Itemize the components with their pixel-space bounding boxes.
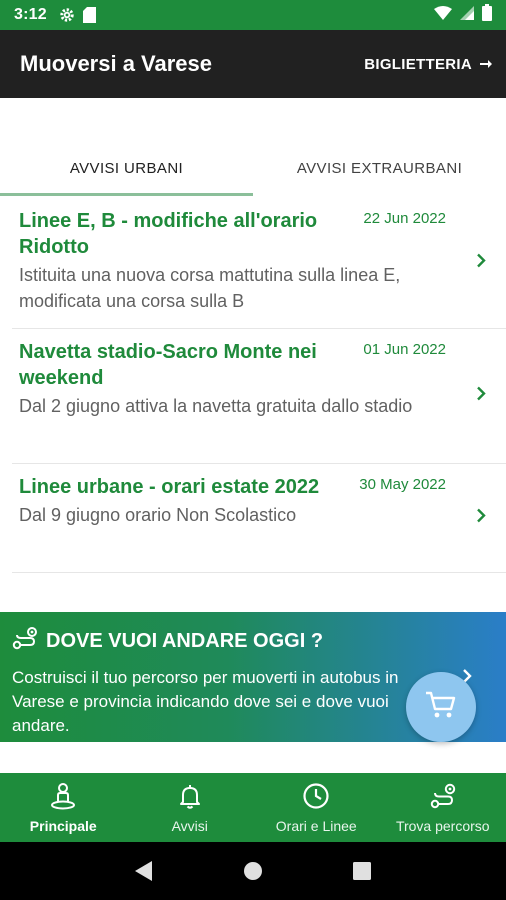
chevron-right-icon (476, 508, 486, 529)
nav-label: Principale (29, 818, 97, 834)
cart-fab-button[interactable] (406, 672, 476, 742)
nav-item-orari-e-linee[interactable]: Orari e Linee (253, 773, 380, 842)
banner-title: DOVE VUOI ANDARE OGGI ? (46, 629, 324, 652)
clock-icon (301, 781, 331, 818)
tab-label: AVVISI EXTRAURBANI (296, 159, 463, 177)
nav-item-trova-percorso[interactable]: Trova percorso (380, 773, 506, 842)
recents-icon[interactable] (342, 851, 382, 891)
nav-label: Trova percorso (395, 818, 490, 834)
app-bar: Muoversi a Varese BIGLIETTERIA (0, 30, 506, 98)
route-icon (12, 626, 38, 656)
arrow-right-icon (480, 56, 492, 73)
news-date: 30 May 2022 (359, 476, 446, 493)
tabs: AVVISI URBANI AVVISI EXTRAURBANI (0, 140, 506, 196)
chevron-right-icon (476, 253, 486, 274)
status-bar: 3:12 (0, 0, 506, 30)
battery-icon (482, 4, 492, 26)
news-item[interactable]: Navetta stadio-Sacro Monte nei weekend 0… (12, 329, 506, 464)
person-pin-icon (48, 781, 78, 818)
nav-item-principale[interactable]: Principale (0, 773, 127, 842)
news-date: 22 Jun 2022 (363, 210, 446, 227)
news-date: 01 Jun 2022 (363, 341, 446, 358)
nav-item-avvisi[interactable]: Avvisi (127, 773, 254, 842)
biglietteria-label: BIGLIETTERIA (364, 55, 472, 73)
app-title: Muoversi a Varese (20, 51, 213, 76)
home-icon[interactable] (233, 851, 273, 891)
bottom-nav: Principale Avvisi Orari e Linee Trova pe… (0, 773, 506, 842)
news-body: Istituita una nuova corsa mattutina sull… (19, 265, 401, 311)
banner-text: Costruisci il tuo percorso per muoverti … (12, 668, 399, 735)
tab-avvisi-extraurbani[interactable]: AVVISI EXTRAURBANI (253, 140, 506, 196)
news-item[interactable]: Linee E, B - modifiche all'orario Ridott… (12, 198, 506, 329)
sd-card-icon (82, 7, 96, 23)
tab-avvisi-urbani[interactable]: AVVISI URBANI (0, 140, 253, 196)
wifi-icon (434, 5, 452, 25)
news-item[interactable]: Linee urbane - orari estate 2022 30 May … (12, 464, 506, 573)
back-icon[interactable] (124, 851, 164, 891)
tab-label: AVVISI URBANI (69, 159, 184, 177)
shopping-cart-icon (425, 690, 457, 725)
system-nav-bar (0, 842, 506, 900)
settings-gear-icon (59, 7, 75, 23)
nav-label: Avvisi (171, 818, 208, 834)
biglietteria-button[interactable]: BIGLIETTERIA (364, 56, 492, 73)
status-time: 3:12 (14, 6, 47, 23)
nav-label: Orari e Linee (275, 818, 357, 834)
news-body: Dal 9 giugno orario Non Scolastico (19, 505, 297, 525)
route-icon (428, 781, 458, 818)
news-body: Dal 2 giugno attiva la navetta gratuita … (19, 396, 413, 416)
chevron-right-icon (476, 386, 486, 407)
cell-signal-icon (460, 5, 474, 25)
news-list: Linee E, B - modifiche all'orario Ridott… (12, 198, 506, 573)
bell-icon (175, 781, 205, 818)
